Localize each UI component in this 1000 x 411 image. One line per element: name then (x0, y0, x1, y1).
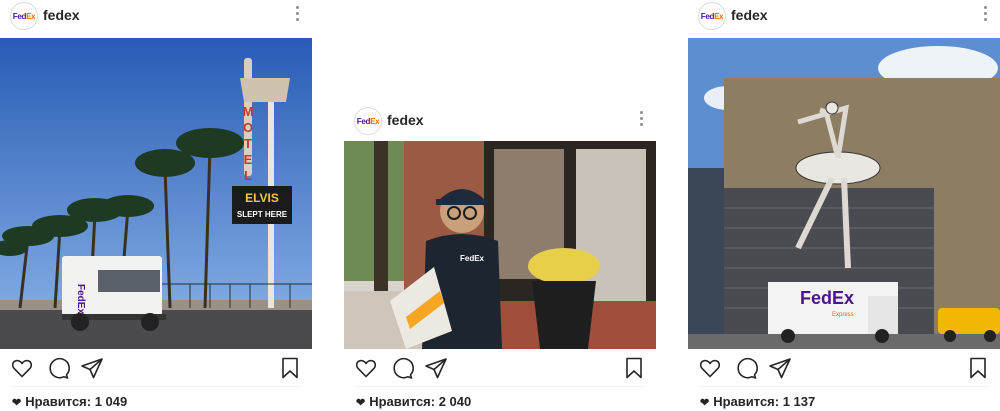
more-options-icon[interactable] (640, 111, 644, 127)
heart-icon[interactable] (698, 356, 722, 380)
divider (356, 386, 644, 387)
heart-icon[interactable] (354, 356, 378, 380)
svg-text:M: M (243, 104, 254, 119)
svg-text:L: L (244, 168, 252, 183)
elvis-sign-subtext: SLEPT HERE (237, 210, 288, 219)
likes-count[interactable]: ❤ Нравится: 1 137 (700, 394, 815, 409)
van-logo: FedEx (75, 284, 86, 314)
divider (700, 386, 988, 387)
elvis-sign-text: ELVIS (245, 191, 279, 205)
avatar-logo-fed: Fed (12, 11, 27, 21)
avatar-logo-fed: Fed (700, 11, 715, 21)
fedex-van: FedEx (62, 256, 166, 331)
post-photo[interactable]: FedEx (344, 141, 656, 349)
post-card: Fed Ex fedex (688, 0, 1000, 411)
truck-logo: FedEx (800, 288, 854, 308)
post-actions (0, 356, 312, 390)
likes-label: Нравится: 1 137 (713, 394, 816, 409)
motel-street-photo: MOT EL ELVIS SLEPT HERE FedEx (0, 38, 312, 349)
svg-text:T: T (244, 136, 252, 151)
likes-label: Нравится: 1 049 (25, 394, 128, 409)
boy-storefront-photo: FedEx (344, 141, 656, 349)
truck-logo-sub: Express (832, 312, 854, 318)
comment-icon[interactable] (46, 356, 70, 380)
more-options-icon[interactable] (296, 6, 300, 22)
divider (12, 386, 300, 387)
likes-heart-icon: ❤ (356, 397, 366, 409)
shirt-logo: FedEx (460, 254, 485, 263)
username[interactable]: fedex (43, 7, 80, 23)
likes-heart-icon: ❤ (700, 397, 710, 409)
more-options-icon[interactable] (984, 6, 988, 22)
share-icon[interactable] (424, 356, 448, 380)
comment-icon[interactable] (390, 356, 414, 380)
avatar[interactable]: Fed Ex (10, 2, 38, 30)
share-icon[interactable] (80, 356, 104, 380)
bookmark-icon[interactable] (966, 356, 990, 380)
bookmark-icon[interactable] (622, 356, 646, 380)
post-header: Fed Ex fedex (688, 0, 1000, 38)
avatar-logo-fed: Fed (356, 116, 371, 126)
svg-text:E: E (244, 152, 253, 167)
post-actions (344, 356, 656, 390)
post-card: Fed Ex fedex (344, 0, 656, 411)
avatar[interactable]: Fed Ex (698, 2, 726, 30)
post-photo[interactable]: MOT EL ELVIS SLEPT HERE FedEx (0, 38, 312, 349)
post-card: Fed Ex fedex (0, 0, 312, 411)
username[interactable]: fedex (387, 112, 424, 128)
avatar[interactable]: Fed Ex (354, 107, 382, 135)
svg-text:O: O (243, 120, 253, 135)
post-header: Fed Ex fedex (0, 0, 312, 38)
likes-heart-icon: ❤ (12, 397, 22, 409)
post-header: Fed Ex fedex (344, 105, 656, 143)
likes-count[interactable]: ❤ Нравится: 2 040 (356, 394, 471, 409)
comment-icon[interactable] (734, 356, 758, 380)
bookmark-icon[interactable] (278, 356, 302, 380)
post-photo[interactable]: FedEx Express (688, 38, 1000, 349)
post-actions (688, 356, 1000, 390)
heart-icon[interactable] (10, 356, 34, 380)
avatar-logo-ex: Ex (714, 11, 724, 21)
likes-count[interactable]: ❤ Нравится: 1 049 (12, 394, 127, 409)
fedex-truck: FedEx Express (768, 282, 898, 343)
avatar-logo-ex: Ex (26, 11, 36, 21)
avatar-logo-ex: Ex (370, 116, 380, 126)
ballerina-mural-photo: FedEx Express (688, 38, 1000, 349)
likes-label: Нравится: 2 040 (369, 394, 472, 409)
share-icon[interactable] (768, 356, 792, 380)
username[interactable]: fedex (731, 7, 768, 23)
